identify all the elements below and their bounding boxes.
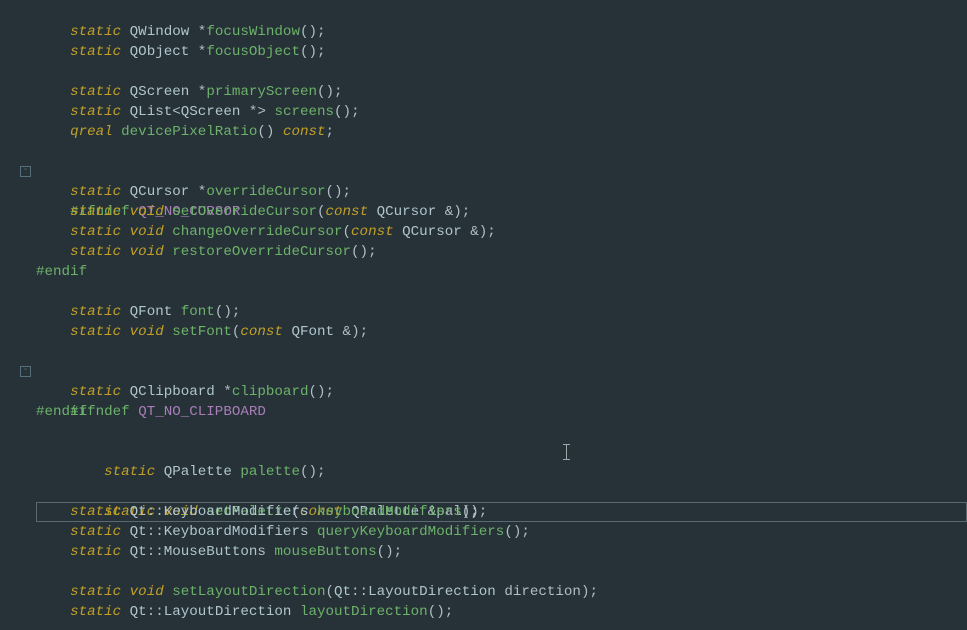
code-line-current: static void setPalette(const QPalette &p… [0, 462, 967, 482]
code-line: - #ifndef QT_NO_CURSOR [0, 162, 967, 182]
code-line [0, 282, 967, 302]
code-editor[interactable]: static QWindow *focusWindow(); static QO… [0, 0, 967, 622]
code-line: static QClipboard *clipboard(); [0, 382, 967, 402]
code-line: static void changeOverrideCursor(const Q… [0, 222, 967, 242]
code-line: #endif [0, 262, 967, 282]
code-line [0, 62, 967, 82]
code-line: static void restoreOverrideCursor(); [0, 242, 967, 262]
code-line [0, 562, 967, 582]
code-line [0, 2, 967, 22]
code-line: static Qt::LayoutDirection layoutDirecti… [0, 602, 967, 622]
code-line: static QObject *focusObject(); [0, 42, 967, 62]
code-line: #endif [0, 402, 967, 422]
code-line [0, 482, 967, 502]
code-line [0, 342, 967, 362]
text-caret-icon [566, 444, 567, 460]
code-line: qreal devicePixelRatio() const; [0, 122, 967, 142]
code-line: static QFont font(); [0, 302, 967, 322]
code-line: static QList<QScreen *> screens(); [0, 102, 967, 122]
code-line: static Qt::MouseButtons mouseButtons(); [0, 542, 967, 562]
code-line: static Qt::KeyboardModifiers queryKeyboa… [0, 522, 967, 542]
code-line: static void setOverrideCursor(const QCur… [0, 202, 967, 222]
code-line: static void setLayoutDirection(Qt::Layou… [0, 582, 967, 602]
code-line: static void setFont(const QFont &); [0, 322, 967, 342]
code-line: static QPalette palette(); [0, 442, 967, 462]
fold-toggle-icon[interactable]: - [20, 166, 31, 177]
code-line: static QCursor *overrideCursor(); [0, 182, 967, 202]
code-line: static QScreen *primaryScreen(); [0, 82, 967, 102]
code-line: static Qt::KeyboardModifiers keyboardMod… [0, 502, 967, 522]
code-line [0, 422, 967, 442]
fold-toggle-icon[interactable]: - [20, 366, 31, 377]
code-line [0, 142, 967, 162]
code-line: static QWindow *focusWindow(); [0, 22, 967, 42]
code-line: - #ifndef QT_NO_CLIPBOARD [0, 362, 967, 382]
